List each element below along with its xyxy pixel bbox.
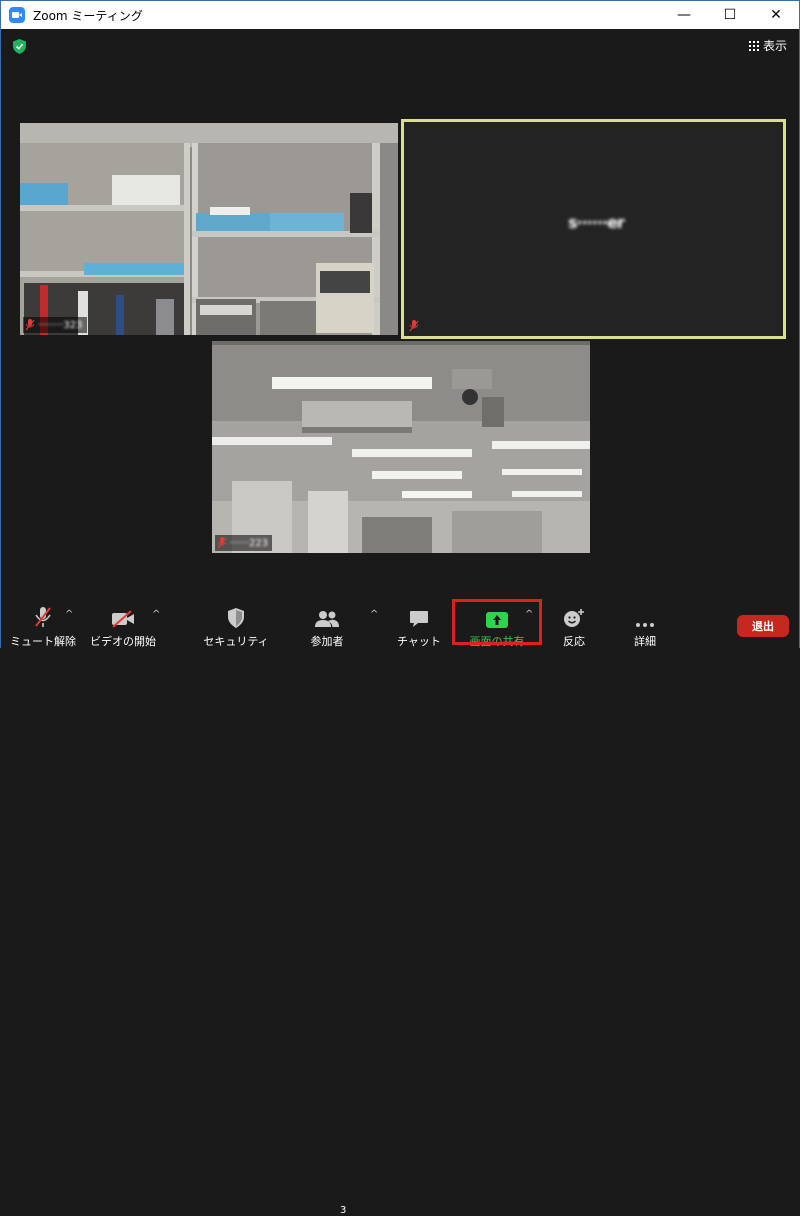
title-bar: Zoom ミーティング — ☐ ✕ bbox=[1, 1, 799, 29]
video-tile-participant-1[interactable]: ········323 bbox=[20, 123, 398, 335]
participants-button[interactable]: 参加者 bbox=[301, 597, 353, 649]
start-video-button[interactable]: ビデオの開始 bbox=[90, 597, 156, 649]
participant-name-tag: ········323 bbox=[23, 317, 87, 333]
grid-icon bbox=[748, 40, 759, 51]
participant-name: ······223 bbox=[230, 537, 269, 549]
window-controls: — ☐ ✕ bbox=[661, 1, 799, 29]
share-screen-highlight-box bbox=[452, 599, 542, 645]
view-label: 表示 bbox=[762, 39, 787, 53]
more-button[interactable]: 詳細 bbox=[629, 597, 661, 649]
video-feed-shelves bbox=[20, 123, 398, 335]
mic-muted-icon bbox=[409, 320, 419, 332]
participants-icon bbox=[315, 611, 339, 627]
zoom-app-icon bbox=[9, 7, 25, 23]
audio-options-chevron-up-icon[interactable]: ^ bbox=[65, 609, 73, 620]
participant-name-tag: ······223 bbox=[215, 535, 273, 551]
video-feed-ceiling bbox=[212, 341, 590, 553]
reactions-label: 反応 bbox=[563, 635, 585, 648]
video-options-chevron-up-icon[interactable]: ^ bbox=[152, 609, 160, 620]
security-shield-icon bbox=[228, 608, 244, 628]
security-button[interactable]: セキュリティ bbox=[203, 597, 269, 649]
participants-count-badge: 3 bbox=[340, 1205, 347, 1216]
start-video-label: ビデオの開始 bbox=[90, 635, 156, 648]
encryption-shield-icon[interactable] bbox=[13, 39, 26, 54]
participants-options-chevron-up-icon[interactable]: ^ bbox=[370, 609, 378, 620]
security-label: セキュリティ bbox=[203, 635, 269, 648]
unmute-label: ミュート解除 bbox=[10, 635, 76, 648]
chat-button[interactable]: チャット bbox=[397, 597, 441, 649]
chat-icon bbox=[410, 611, 428, 627]
participants-label: 参加者 bbox=[310, 635, 344, 648]
close-button[interactable]: ✕ bbox=[753, 1, 799, 29]
zoom-window: Zoom ミーティング — ☐ ✕ 表示 ········323 s······… bbox=[0, 0, 800, 1216]
chat-label: チャット bbox=[397, 635, 441, 648]
minimize-button[interactable]: — bbox=[661, 1, 707, 29]
mic-muted-icon bbox=[25, 319, 35, 331]
reaction-emoji-icon bbox=[564, 609, 584, 627]
reactions-button[interactable]: 反応 bbox=[554, 597, 594, 649]
more-dots-icon bbox=[636, 623, 654, 627]
leave-meeting-button[interactable]: 退出 bbox=[737, 615, 789, 637]
participant-name-large: s······er bbox=[568, 213, 625, 232]
video-off-icon bbox=[112, 610, 134, 628]
video-tile-active-speaker[interactable]: s······er bbox=[401, 119, 786, 339]
mic-muted-icon bbox=[217, 537, 227, 549]
participant-name: ········323 bbox=[38, 319, 83, 331]
maximize-button[interactable]: ☐ bbox=[707, 1, 753, 29]
view-button[interactable]: 表示 bbox=[748, 37, 787, 54]
meeting-toolbar: ミュート解除 ^ ビデオの開始 ^ セキュリティ 参加者 3 ^ チャット 画面… bbox=[1, 597, 799, 1216]
participant-name-tag bbox=[407, 318, 426, 334]
mic-off-icon bbox=[35, 607, 51, 627]
unmute-button[interactable]: ミュート解除 bbox=[10, 597, 76, 649]
window-title: Zoom ミーティング bbox=[33, 8, 143, 23]
more-label: 詳細 bbox=[634, 635, 656, 648]
video-tile-participant-3[interactable]: ······223 bbox=[212, 341, 590, 553]
